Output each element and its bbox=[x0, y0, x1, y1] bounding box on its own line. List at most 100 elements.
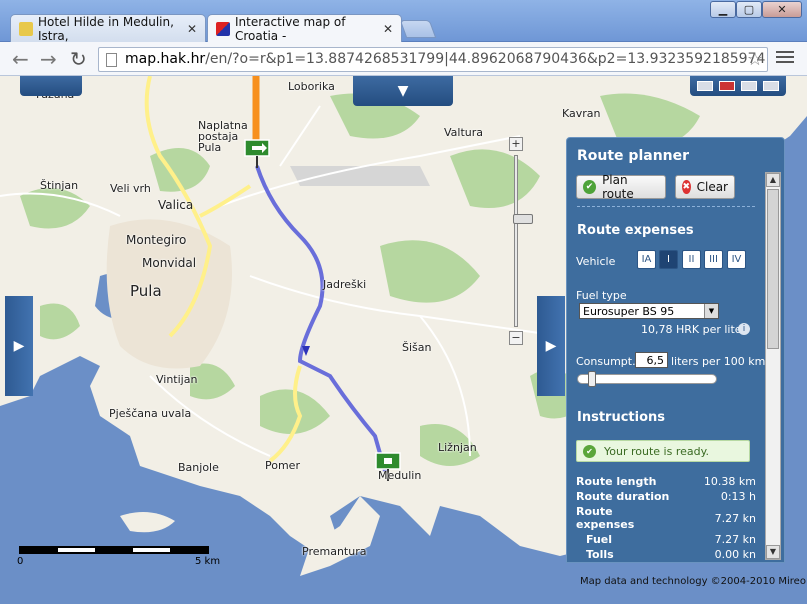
flag-uk-icon[interactable] bbox=[719, 81, 735, 91]
check-icon: ✔ bbox=[583, 444, 596, 458]
scale-start-label: 0 bbox=[17, 556, 24, 567]
place-label: Valtura bbox=[444, 126, 484, 139]
stat-label: Tolls bbox=[586, 548, 614, 561]
scroll-up-icon[interactable]: ▲ bbox=[766, 173, 780, 187]
place-label: Valica bbox=[158, 198, 194, 212]
clear-button[interactable]: ✖ Clear bbox=[675, 175, 735, 199]
back-arrow-icon[interactable]: ← bbox=[12, 49, 29, 69]
reload-icon[interactable]: ↻ bbox=[70, 49, 87, 69]
stat-value: 10.38 km bbox=[703, 475, 756, 488]
route-length-row: Route length 10.38 km bbox=[576, 475, 756, 488]
tolls-cost-row: Tolls 0.00 kn bbox=[586, 548, 756, 561]
chevron-down-icon: ▼ bbox=[397, 83, 409, 99]
plan-route-button[interactable]: ✔ Plan route bbox=[576, 173, 666, 201]
vehicle-ii-button[interactable]: II bbox=[682, 250, 701, 269]
chevron-right-icon: ▶ bbox=[545, 338, 557, 354]
place-label: Montegiro bbox=[126, 233, 187, 247]
fuel-type-label: Fuel type bbox=[576, 289, 627, 302]
fuel-type-value: Eurosuper BS 95 bbox=[583, 305, 675, 318]
stat-value: 0:13 h bbox=[720, 490, 756, 503]
url-path: /en/?o=r&p1=13.8874268531799|44.89620687… bbox=[205, 51, 768, 67]
ready-text: Your route is ready. bbox=[604, 444, 710, 458]
place-label: Kavran bbox=[562, 107, 601, 120]
scroll-down-icon[interactable]: ▼ bbox=[766, 545, 780, 559]
place-label: Vintijan bbox=[156, 373, 198, 386]
consumption-slider[interactable] bbox=[577, 371, 717, 387]
url-host: map.hak.hr bbox=[125, 51, 206, 67]
help-icon[interactable] bbox=[763, 81, 779, 91]
place-label: Medulin bbox=[378, 469, 422, 482]
consumption-label: Consumpt. bbox=[576, 355, 636, 368]
new-tab-button[interactable] bbox=[399, 20, 437, 38]
tab-title: Interactive map of Croatia - bbox=[235, 15, 346, 43]
fuel-cost-row: Fuel 7.27 kn bbox=[586, 533, 756, 546]
zoom-thumb[interactable] bbox=[513, 214, 533, 224]
place-label: Štinjan bbox=[40, 179, 79, 192]
map-view[interactable]: Loborika Naplatna postaja Pula Valtura K… bbox=[0, 76, 807, 604]
route-expenses-row: Route expenses 7.27 kn bbox=[576, 505, 756, 531]
check-icon: ✔ bbox=[583, 180, 597, 194]
vehicle-label: Vehicle bbox=[576, 255, 616, 268]
panel-scrollbar[interactable]: ▲ ▼ bbox=[765, 172, 781, 560]
close-icon[interactable]: ✕ bbox=[383, 22, 393, 36]
route-planner-title: Route planner bbox=[577, 148, 690, 164]
maximize-button[interactable]: ▢ bbox=[736, 1, 762, 18]
chevron-right-icon: ▶ bbox=[13, 338, 25, 354]
expand-top-panel-button[interactable]: ▼ bbox=[353, 76, 453, 106]
browser-titlebar: Hotel Hilde in Medulin, Istra, ✕ Interac… bbox=[0, 0, 807, 43]
fuel-price: 10,78 HRK per liter bbox=[641, 323, 747, 336]
browser-toolbar: ← → ↻ map.hak.hr/en/?o=r&p1=13.887426853… bbox=[0, 42, 807, 76]
place-label: Ližnjan bbox=[438, 441, 477, 454]
route-expenses-title: Route expenses bbox=[577, 223, 694, 238]
slider-knob[interactable] bbox=[588, 371, 596, 387]
place-label: Pomer bbox=[265, 459, 300, 472]
chrome-menu-icon[interactable] bbox=[776, 49, 794, 65]
page-icon bbox=[106, 53, 117, 67]
poi-toggle-button[interactable] bbox=[20, 76, 82, 96]
close-icon[interactable]: ✕ bbox=[187, 22, 197, 36]
vehicle-iv-button[interactable]: IV bbox=[727, 250, 746, 269]
vehicle-i-button[interactable]: I bbox=[659, 250, 678, 269]
place-label: Loborika bbox=[288, 80, 335, 93]
airport bbox=[290, 166, 430, 186]
fuel-type-select[interactable]: Eurosuper BS 95 ▼ bbox=[579, 303, 719, 319]
zoom-out-button[interactable]: − bbox=[509, 331, 523, 345]
scale-end-label: 5 km bbox=[195, 556, 221, 567]
route-panel-toggle[interactable]: ▶ bbox=[537, 296, 565, 396]
consumption-unit: liters per 100 km bbox=[671, 355, 766, 368]
scroll-thumb[interactable] bbox=[767, 189, 779, 349]
place-label: Pula bbox=[130, 282, 162, 300]
vehicle-iii-button[interactable]: III bbox=[704, 250, 723, 269]
minimize-button[interactable]: ▁ bbox=[710, 1, 736, 18]
window-close-button[interactable]: ✕ bbox=[762, 1, 802, 18]
close-icon: ✖ bbox=[682, 180, 691, 194]
tab-hotel-hilde[interactable]: Hotel Hilde in Medulin, Istra, ✕ bbox=[10, 14, 206, 43]
place-label: Monvidal bbox=[142, 256, 197, 270]
zoom-track[interactable] bbox=[513, 155, 533, 327]
vehicle-ia-button[interactable]: IA bbox=[637, 250, 656, 269]
language-bar bbox=[690, 76, 786, 96]
forward-arrow-icon[interactable]: → bbox=[40, 49, 57, 69]
info-icon[interactable]: i bbox=[738, 323, 750, 335]
tab-map-croatia[interactable]: Interactive map of Croatia - ✕ bbox=[207, 14, 402, 43]
bookmark-star-icon[interactable]: ☆ bbox=[747, 49, 763, 70]
plan-route-label: Plan route bbox=[602, 173, 634, 201]
place-label: Naplatna postaja Pula bbox=[198, 119, 248, 154]
instructions-title: Instructions bbox=[577, 410, 666, 425]
stat-value: 0.00 kn bbox=[714, 548, 756, 561]
print-icon[interactable] bbox=[741, 81, 757, 91]
place-label: Jadreški bbox=[323, 278, 367, 291]
stat-label: Route duration bbox=[576, 490, 670, 503]
stat-value: 7.27 kn bbox=[714, 512, 756, 525]
left-panel-toggle[interactable]: ▶ bbox=[5, 296, 33, 396]
flag-hr-icon[interactable] bbox=[697, 81, 713, 91]
consumption-input[interactable]: 6,5 bbox=[635, 352, 668, 368]
clear-label: Clear bbox=[696, 180, 728, 194]
place-label: Pješčana uvala bbox=[109, 407, 192, 420]
place-label: Premantura bbox=[302, 545, 367, 558]
zoom-in-button[interactable]: + bbox=[509, 137, 523, 151]
stat-label: Route length bbox=[576, 475, 657, 488]
stat-label: Fuel bbox=[586, 533, 613, 546]
address-bar[interactable]: map.hak.hr/en/?o=r&p1=13.8874268531799|4… bbox=[98, 47, 768, 72]
route-planner-panel: Route planner ✔ Plan route ✖ Clear Route… bbox=[566, 137, 785, 563]
